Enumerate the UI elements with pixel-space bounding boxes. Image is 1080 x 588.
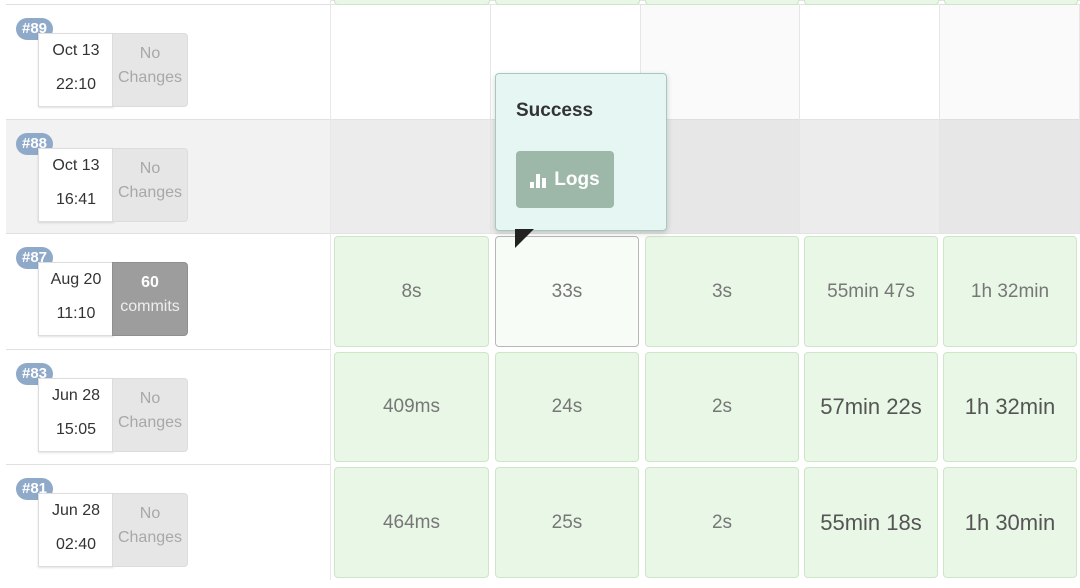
build-date: Oct 13 [52,42,100,59]
build-row[interactable]: #83 Jun 28 15:05 No Changes [6,349,330,465]
changes-box[interactable]: No Changes [112,148,188,222]
changes-box[interactable]: No Changes [112,493,188,567]
stage-cell-partial [804,0,939,5]
stage-cell[interactable]: 55min 47s [804,236,938,347]
stage-cell-partial [495,0,640,5]
popover-title: Success [516,100,594,121]
popover-pointer [515,229,534,248]
build-date: Jun 28 [51,502,101,519]
logs-button-label: Logs [554,168,600,190]
build-row[interactable]: #87 Aug 20 11:10 60 commits [6,233,330,350]
changes-line-2: Changes [117,529,183,546]
stage-cell[interactable]: 24s [495,352,639,462]
build-time: 22:10 [55,76,97,93]
stage-cell[interactable]: 409ms [334,352,489,462]
build-history-column: #89 Oct 13 22:10 No Changes #88 Oct 13 1… [6,0,331,581]
changes-line-1: No [139,390,161,407]
stage-cell[interactable]: 464ms [334,467,489,578]
changes-line-1: No [139,505,161,522]
commit-count: 60 [141,274,159,291]
build-time: 15:05 [55,421,97,438]
stage-cell[interactable]: 1h 32min [943,352,1077,462]
logs-button[interactable]: Logs [516,151,614,208]
stage-cell[interactable]: 2s [645,467,799,578]
changes-line-2: Changes [117,69,183,86]
changes-line-2: Changes [117,414,183,431]
build-date: Oct 13 [52,157,100,174]
changes-box[interactable]: No Changes [112,378,188,452]
stage-cell[interactable]: 57min 22s [804,352,938,462]
build-row[interactable]: #81 Jun 28 02:40 No Changes [6,464,330,581]
build-date: Aug 20 [50,271,102,288]
stage-cell-partial [645,0,799,5]
changes-line-2: Changes [117,184,183,201]
stage-cell[interactable]: 55min 18s [804,467,938,578]
stage-cell[interactable]: 3s [645,236,799,347]
empty-cell [940,4,1080,233]
build-time: 02:40 [55,536,97,553]
empty-cell [330,4,491,233]
stage-cell[interactable]: 1h 32min [943,236,1077,347]
stage-cell[interactable]: 1h 30min [943,467,1077,578]
stage-cell-partial [334,0,490,5]
stage-cell[interactable]: 25s [495,467,639,578]
pipeline-stage-view: 8s 33s 3s 55min 47s 1h 32min 409ms 24s 2… [0,0,1080,588]
build-row[interactable]: #88 Oct 13 16:41 No Changes [6,119,330,234]
stage-cell-selected[interactable]: 33s [495,236,639,347]
build-date-box: Oct 13 16:41 [38,148,114,222]
commit-label: commits [120,298,180,315]
build-date-box: Oct 13 22:10 [38,33,114,107]
stage-cell-partial [944,0,1078,5]
changes-line-1: No [139,45,161,62]
build-date-box: Jun 28 15:05 [38,378,114,452]
bar-chart-icon [530,172,548,188]
changes-line-1: No [139,160,161,177]
build-row[interactable]: #89 Oct 13 22:10 No Changes [6,4,330,120]
build-time: 11:10 [56,305,96,322]
build-date: Jun 28 [51,387,101,404]
stage-cell[interactable]: 2s [645,352,799,462]
build-date-box: Aug 20 11:10 [38,262,114,336]
commits-box[interactable]: 60 commits [112,262,188,336]
stage-status-popover: Success Logs [495,73,667,231]
empty-cell [800,4,940,233]
build-time: 16:41 [55,191,97,208]
stage-cell[interactable]: 8s [334,236,489,347]
changes-box[interactable]: No Changes [112,33,188,107]
build-date-box: Jun 28 02:40 [38,493,114,567]
